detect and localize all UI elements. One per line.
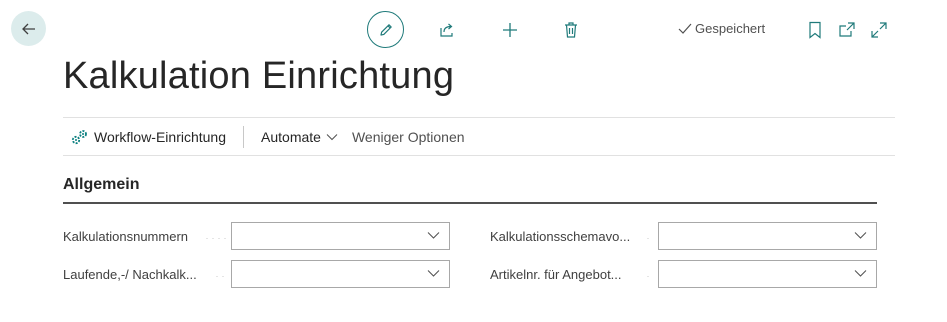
open-new-window-button[interactable] xyxy=(836,19,858,41)
workflow-setup-label: Workflow-Einrichtung xyxy=(94,128,227,145)
chevron-down-icon xyxy=(854,232,867,239)
bookmark-button[interactable] xyxy=(805,19,825,41)
top-action-bar: Gespeichert xyxy=(0,11,947,49)
laufende-nachkalkulation-select[interactable] xyxy=(231,260,450,288)
section-header-allgemein[interactable]: Allgemein xyxy=(63,176,877,204)
saved-status-label: Gespeichert xyxy=(695,21,766,36)
page-title: Kalkulation Einrichtung xyxy=(63,55,455,97)
field-dots xyxy=(204,238,226,239)
workflow-setup-action[interactable]: Workflow-Einrichtung xyxy=(71,129,226,145)
pencil-icon xyxy=(379,23,392,36)
chevron-down-icon xyxy=(427,232,440,239)
chevron-down-icon xyxy=(326,133,338,140)
checkmark-icon xyxy=(678,23,692,34)
fewer-options-button[interactable]: Weniger Optionen xyxy=(352,129,465,145)
fewer-options-label: Weniger Optionen xyxy=(351,128,465,145)
automate-label: Automate xyxy=(261,128,321,145)
trash-icon xyxy=(565,22,577,38)
expand-icon xyxy=(871,22,887,38)
field-dots xyxy=(645,276,653,277)
field-label-artikelnr-angebot: Artikelnr. für Angebot... xyxy=(490,267,622,282)
edit-button[interactable] xyxy=(367,11,404,48)
section-title: Allgemein xyxy=(63,176,140,193)
field-label-kalkulationsnummern: Kalkulationsnummern xyxy=(63,229,189,244)
field-label-kalkulationsschema: Kalkulationsschemavo... xyxy=(490,229,631,244)
bookmark-icon xyxy=(809,21,821,39)
popout-icon xyxy=(839,22,855,37)
new-button[interactable] xyxy=(499,19,521,41)
chevron-down-icon xyxy=(427,270,440,277)
kalkulationsnummern-select[interactable] xyxy=(231,222,450,250)
plus-icon xyxy=(503,23,517,37)
field-dots xyxy=(645,238,653,239)
kalkulationsschema-select[interactable] xyxy=(658,222,877,250)
expand-button[interactable] xyxy=(868,19,890,41)
share-icon xyxy=(440,23,453,37)
share-button[interactable] xyxy=(436,19,458,41)
automate-menu[interactable]: Automate xyxy=(261,129,338,145)
workflow-icon xyxy=(71,129,87,144)
field-dots xyxy=(214,276,226,277)
action-bar: Workflow-Einrichtung Automate Weniger Op… xyxy=(63,117,895,156)
action-separator xyxy=(243,125,245,148)
chevron-down-icon xyxy=(854,270,867,277)
field-label-laufende-nachkalkulation: Laufende,-/ Nachkalk... xyxy=(63,267,197,282)
artikelnr-angebot-select[interactable] xyxy=(658,260,877,288)
delete-button[interactable] xyxy=(560,19,582,41)
saved-status: Gespeichert xyxy=(678,21,765,36)
